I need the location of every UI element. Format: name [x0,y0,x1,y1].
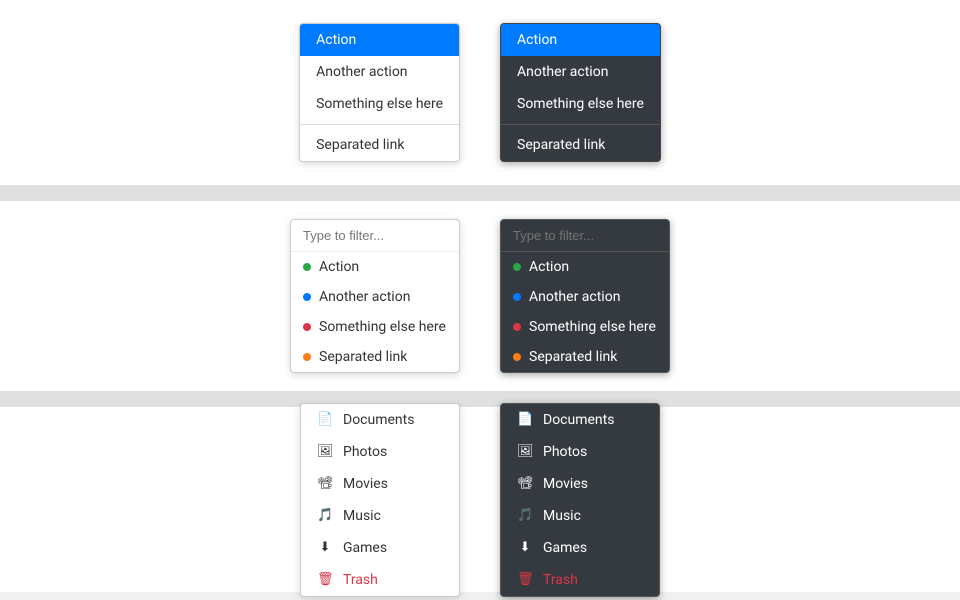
icon-item-movies[interactable]: 📽 Movies [301,468,459,500]
filter-dark-item-separated[interactable]: Separated link [501,342,669,372]
icon-item-photos[interactable]: 🖼 Photos [301,436,459,468]
icon-dark-item-label: Movies [543,476,588,492]
music-icon: 🎵 [517,508,533,523]
filter-dropdown-dark[interactable]: Action Another action Something else her… [500,219,670,373]
filter-item-action[interactable]: Action [291,252,459,282]
filter-dark-item-label: Action [529,259,569,275]
dot-blue-icon [303,293,311,301]
icon-dark-item-movies[interactable]: 📽 Movies [501,468,659,500]
icon-item-label: Documents [343,412,414,428]
filter-input-light[interactable] [291,220,459,252]
section-basic-dropdowns: Action Another action Something else her… [0,0,960,185]
dropdown-dark-divider [501,124,660,125]
dot-orange-icon [303,353,311,361]
document-icon: 📄 [517,412,533,427]
filter-input-dark[interactable] [501,220,669,252]
icon-dark-item-trash[interactable]: 🗑 Trash [501,564,659,596]
dropdown-item-something-else[interactable]: Something else here [300,88,459,120]
icon-dark-item-photos[interactable]: 🖼 Photos [501,436,659,468]
music-icon: 🎵 [317,508,333,523]
section-icon-dropdowns: 📄 Documents 🖼 Photos 📽 Movies 🎵 Music ⬇ … [0,407,960,592]
dot-green-icon [303,263,311,271]
filter-item-separated[interactable]: Separated link [291,342,459,372]
icon-dropdown-light[interactable]: 📄 Documents 🖼 Photos 📽 Movies 🎵 Music ⬇ … [300,403,460,597]
filter-item-label: Action [319,259,359,275]
photo-icon: 🖼 [517,444,533,459]
filter-item-label: Separated link [319,349,407,365]
icon-dark-item-label: Photos [543,444,587,460]
document-icon: 📄 [317,412,333,427]
icon-dropdown-dark[interactable]: 📄 Documents 🖼 Photos 📽 Movies 🎵 Music ⬇ … [500,403,660,597]
photo-icon: 🖼 [317,444,333,459]
dropdown-item-action[interactable]: Action [300,24,459,56]
divider-1 [0,185,960,201]
filter-item-something-else[interactable]: Something else here [291,312,459,342]
icon-item-label: Trash [343,572,378,588]
icon-item-games[interactable]: ⬇ Games [301,532,459,564]
section-filter-dropdowns: Action Another action Something else her… [0,201,960,391]
filter-dark-item-label: Separated link [529,349,617,365]
dropdown-dark-item-separated[interactable]: Separated link [501,129,660,161]
icon-dark-item-label: Documents [543,412,614,428]
dropdown-dark[interactable]: Action Another action Something else her… [500,23,661,162]
movie-icon: 📽 [517,476,533,491]
icon-dark-item-label: Games [543,540,587,556]
icon-item-documents[interactable]: 📄 Documents [301,404,459,436]
icon-dark-item-games[interactable]: ⬇ Games [501,532,659,564]
icon-item-trash[interactable]: 🗑 Trash [301,564,459,596]
filter-dark-item-action[interactable]: Action [501,252,669,282]
filter-item-label: Something else here [319,319,446,335]
dropdown-item-another-action[interactable]: Another action [300,56,459,88]
dropdown-divider [300,124,459,125]
divider-2 [0,391,960,407]
dropdown-dark-item-another-action[interactable]: Another action [501,56,660,88]
games-icon: ⬇ [517,540,533,555]
icon-item-label: Movies [343,476,388,492]
dropdown-dark-item-action[interactable]: Action [501,24,660,56]
dot-green-icon [513,263,521,271]
icon-item-label: Photos [343,444,387,460]
trash-icon: 🗑 [317,572,333,587]
filter-dark-item-something-else[interactable]: Something else here [501,312,669,342]
icon-dark-item-documents[interactable]: 📄 Documents [501,404,659,436]
icon-dark-item-label: Music [543,508,581,524]
dot-orange-icon [513,353,521,361]
dot-blue-icon [513,293,521,301]
dropdown-light[interactable]: Action Another action Something else her… [299,23,460,162]
icon-item-label: Games [343,540,387,556]
filter-item-label: Another action [319,289,410,305]
filter-dark-item-label: Something else here [529,319,656,335]
icon-item-label: Music [343,508,381,524]
filter-dark-item-label: Another action [529,289,620,305]
dropdown-item-separated[interactable]: Separated link [300,129,459,161]
filter-dark-item-another-action[interactable]: Another action [501,282,669,312]
dot-red-icon [513,323,521,331]
games-icon: ⬇ [317,540,333,555]
movie-icon: 📽 [317,476,333,491]
icon-dark-item-music[interactable]: 🎵 Music [501,500,659,532]
filter-item-another-action[interactable]: Another action [291,282,459,312]
filter-dropdown-light[interactable]: Action Another action Something else her… [290,219,460,373]
trash-icon: 🗑 [517,572,533,587]
icon-dark-item-label: Trash [543,572,578,588]
dot-red-icon [303,323,311,331]
dropdown-dark-item-something-else[interactable]: Something else here [501,88,660,120]
icon-item-music[interactable]: 🎵 Music [301,500,459,532]
